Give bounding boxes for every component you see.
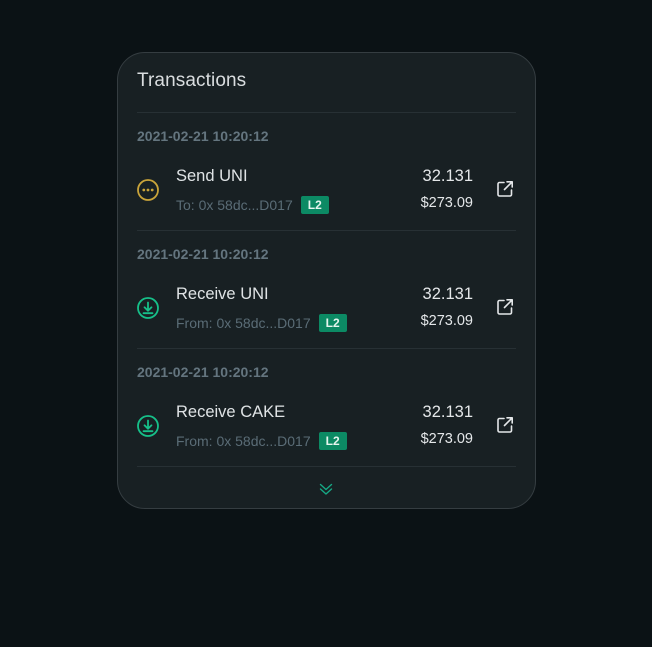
external-link-icon[interactable] (496, 180, 514, 198)
transaction-address: From: 0x 58dc...D017 L2 (176, 432, 347, 450)
transaction-row[interactable]: Receive CAKE From: 0x 58dc...D017 L2 32.… (118, 403, 535, 463)
divider (137, 348, 516, 349)
token-amount: 32.131 (422, 403, 473, 421)
fiat-amount: $273.09 (420, 195, 473, 211)
external-link-icon[interactable] (496, 298, 514, 316)
address-label: From: 0x 58dc...D017 (176, 315, 311, 331)
l2-badge: L2 (318, 314, 347, 332)
divider (137, 112, 516, 113)
divider (137, 466, 516, 467)
transaction-title: Send UNI (176, 167, 248, 185)
l2-badge: L2 (300, 196, 329, 214)
divider (137, 230, 516, 231)
address-label: From: 0x 58dc...D017 (176, 433, 311, 449)
transaction-date: 2021-02-21 10:20:12 (137, 246, 269, 262)
transactions-card: Transactions 2021-02-21 10:20:12 Send UN… (117, 52, 536, 509)
pending-icon (137, 179, 159, 201)
transaction-date: 2021-02-21 10:20:12 (137, 128, 269, 144)
transaction-title: Receive CAKE (176, 403, 286, 421)
token-amount: 32.131 (422, 167, 473, 185)
l2-badge: L2 (318, 432, 347, 450)
external-link-icon[interactable] (496, 416, 514, 434)
transaction-address: From: 0x 58dc...D017 L2 (176, 314, 347, 332)
chevron-double-down-icon[interactable] (318, 481, 334, 497)
receive-icon (137, 297, 159, 319)
transaction-title: Receive UNI (176, 285, 269, 303)
receive-icon (137, 415, 159, 437)
transaction-row[interactable]: Send UNI To: 0x 58dc...D017 L2 32.131 $2… (118, 167, 535, 227)
address-label: To: 0x 58dc...D017 (176, 197, 293, 213)
transaction-row[interactable]: Receive UNI From: 0x 58dc...D017 L2 32.1… (118, 285, 535, 345)
token-amount: 32.131 (422, 285, 473, 303)
transaction-date: 2021-02-21 10:20:12 (137, 364, 269, 380)
fiat-amount: $273.09 (420, 431, 473, 447)
transaction-address: To: 0x 58dc...D017 L2 (176, 196, 329, 214)
card-title: Transactions (137, 70, 247, 91)
fiat-amount: $273.09 (420, 313, 473, 329)
